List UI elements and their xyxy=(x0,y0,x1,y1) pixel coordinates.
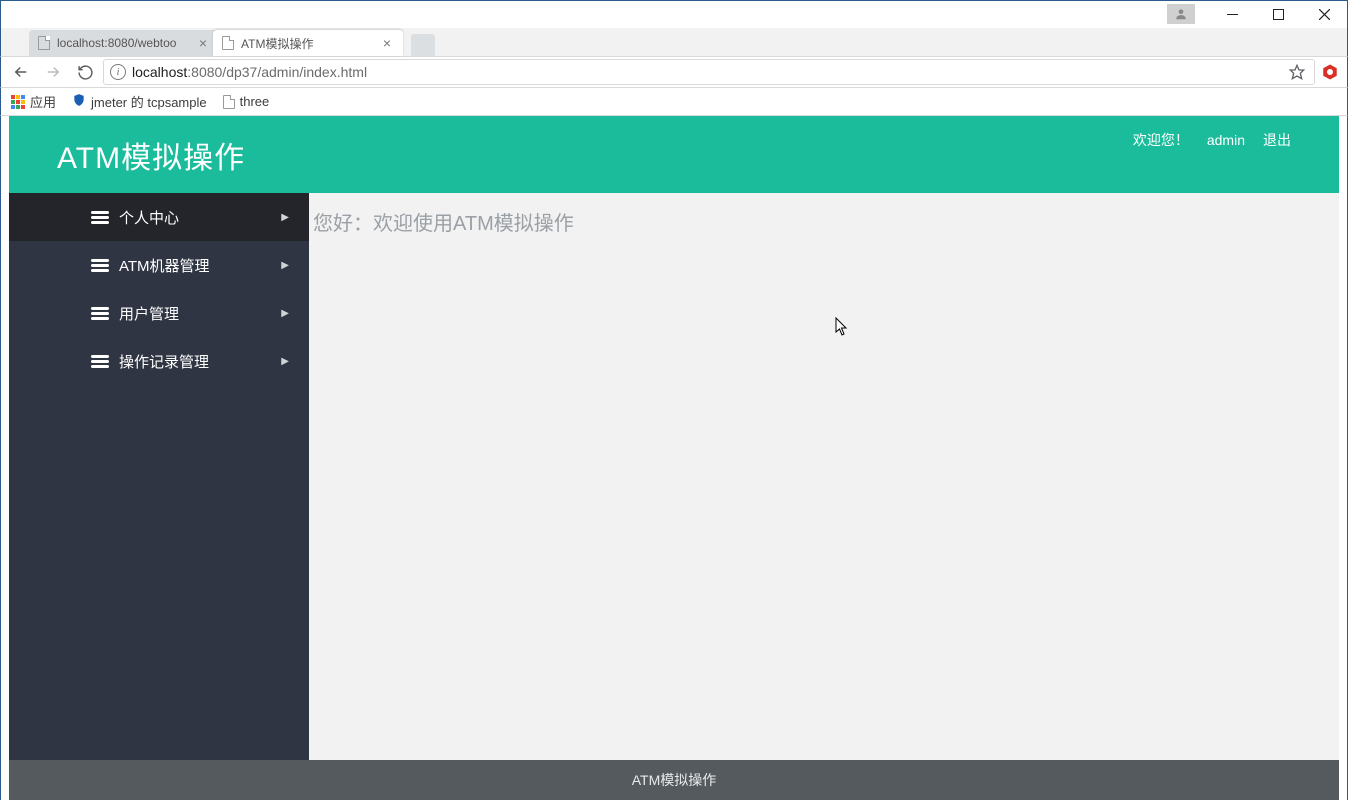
footer-text: ATM模拟操作 xyxy=(632,770,717,790)
sidebar-item-atm-management[interactable]: ATM机器管理 ▶ xyxy=(9,241,309,289)
extension-adblock-icon[interactable] xyxy=(1319,63,1341,81)
user-link[interactable]: admin xyxy=(1207,132,1245,148)
stack-icon xyxy=(91,355,109,367)
browser-toolbar: i localhost:8080/dp37/admin/index.html xyxy=(0,56,1348,88)
back-button[interactable] xyxy=(7,58,35,86)
sidebar-nav: 个人中心 ▶ ATM机器管理 ▶ 用户管理 ▶ 操作记录管理 ▶ xyxy=(9,193,309,760)
app-header: ATM模拟操作 欢迎您！ admin 退出 xyxy=(9,116,1339,193)
browser-tab-strip: localhost:8080/webtoo × ATM模拟操作 × xyxy=(0,28,1348,56)
main-content: 您好：欢迎使用ATM模拟操作 xyxy=(309,193,1339,760)
chevron-right-icon: ▶ xyxy=(281,308,289,319)
sidebar-item-label: ATM机器管理 xyxy=(119,255,210,276)
sidebar-item-personal-center[interactable]: 个人中心 ▶ xyxy=(9,193,309,241)
welcome-message: 您好：欢迎使用ATM模拟操作 xyxy=(313,207,1335,236)
page-icon xyxy=(223,95,235,109)
new-tab-button[interactable] xyxy=(411,34,435,56)
window-titlebar xyxy=(0,0,1348,28)
forward-button[interactable] xyxy=(39,58,67,86)
welcome-text: 欢迎您！ xyxy=(1133,130,1189,150)
chevron-right-icon: ▶ xyxy=(281,260,289,271)
bookmarks-bar: 应用 jmeter 的 tcpsample three xyxy=(0,88,1348,116)
tab-close-icon[interactable]: × xyxy=(379,35,395,51)
chevron-right-icon: ▶ xyxy=(281,212,289,223)
bookmark-item[interactable]: jmeter 的 tcpsample xyxy=(72,92,207,111)
page-viewport: ATM模拟操作 欢迎您！ admin 退出 个人中心 ▶ ATM机器管理 ▶ xyxy=(0,116,1348,800)
browser-tab-inactive[interactable]: localhost:8080/webtoo × xyxy=(29,30,219,56)
sidebar-item-label: 用户管理 xyxy=(119,303,179,324)
address-bar[interactable]: i localhost:8080/dp37/admin/index.html xyxy=(103,59,1315,85)
reload-button[interactable] xyxy=(71,58,99,86)
stack-icon xyxy=(91,307,109,319)
apps-grid-icon xyxy=(11,95,25,109)
browser-tab-active[interactable]: ATM模拟操作 × xyxy=(213,30,403,56)
sidebar-item-operation-log[interactable]: 操作记录管理 ▶ xyxy=(9,337,309,385)
logout-link[interactable]: 退出 xyxy=(1263,130,1291,150)
tab-close-icon[interactable]: × xyxy=(195,35,211,51)
apps-label: 应用 xyxy=(30,92,56,111)
bookmark-label: three xyxy=(240,94,270,109)
site-info-icon[interactable]: i xyxy=(110,64,126,80)
shield-icon xyxy=(72,93,86,110)
stack-icon xyxy=(91,211,109,223)
window-close-button[interactable] xyxy=(1301,1,1347,28)
sidebar-item-label: 个人中心 xyxy=(119,207,179,228)
apps-shortcut[interactable]: 应用 xyxy=(11,92,56,111)
app-footer: ATM模拟操作 xyxy=(9,760,1339,800)
tab-title: ATM模拟操作 xyxy=(241,35,313,52)
chevron-right-icon: ▶ xyxy=(281,356,289,367)
bookmark-item[interactable]: three xyxy=(223,94,270,109)
bookmark-star-icon[interactable] xyxy=(1286,64,1308,80)
window-minimize-button[interactable] xyxy=(1209,1,1255,28)
user-account-icon[interactable] xyxy=(1167,4,1195,24)
stack-icon xyxy=(91,259,109,271)
sidebar-item-user-management[interactable]: 用户管理 ▶ xyxy=(9,289,309,337)
window-maximize-button[interactable] xyxy=(1255,1,1301,28)
sidebar-item-label: 操作记录管理 xyxy=(119,351,209,372)
page-icon xyxy=(221,36,235,50)
bookmark-label: jmeter 的 tcpsample xyxy=(91,92,207,111)
url-text: localhost:8080/dp37/admin/index.html xyxy=(132,64,1280,80)
app-title: ATM模拟操作 xyxy=(57,133,245,177)
header-right: 欢迎您！ admin 退出 xyxy=(1133,130,1291,150)
page-icon xyxy=(37,36,51,50)
tab-title: localhost:8080/webtoo xyxy=(57,36,176,50)
